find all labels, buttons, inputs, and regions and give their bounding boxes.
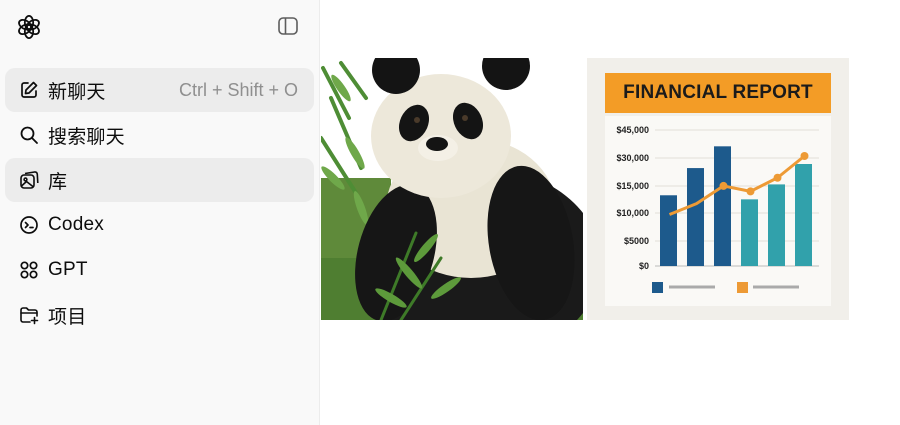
ytick-label: $15,000 xyxy=(616,181,649,191)
sidebar-item-label: 库 xyxy=(48,171,68,193)
folder-plus-icon xyxy=(18,304,40,326)
sidebar-item-label: 新聊天 xyxy=(48,81,106,103)
sidebar-item-search-chats[interactable]: 搜索聊天 xyxy=(5,113,314,157)
codex-icon xyxy=(18,214,40,236)
library-grid: $45,000 $30,000 $15,000 $10,000 $5000 $0 xyxy=(321,0,900,425)
sidebar-toggle-icon[interactable] xyxy=(276,14,300,38)
chart-point xyxy=(800,152,809,160)
sidebar-item-label: 搜索聊天 xyxy=(48,126,125,148)
chart-bar xyxy=(741,199,758,266)
chart-point xyxy=(773,173,782,182)
openai-logo-icon[interactable] xyxy=(15,13,43,41)
sidebar-item-projects[interactable]: 项目 xyxy=(5,293,314,337)
sidebar-item-library[interactable]: 库 xyxy=(5,158,314,202)
sidebar-item-label: 项目 xyxy=(48,306,87,328)
images-icon xyxy=(18,169,40,191)
chart-bar xyxy=(714,146,731,266)
ytick-label: $10,000 xyxy=(616,208,649,218)
library-image-financial-report[interactable]: $45,000 $30,000 $15,000 $10,000 $5000 $0 xyxy=(587,58,849,320)
sidebar: 新聊天 Ctrl + Shift + O 搜索聊天 库 Codex GPT 项目 xyxy=(0,0,320,425)
ytick-label: $45,000 xyxy=(616,125,649,135)
chart-point xyxy=(719,181,728,190)
chart-bar xyxy=(660,195,677,266)
sidebar-item-label: Codex xyxy=(48,214,104,235)
sidebar-item-gpt[interactable]: GPT xyxy=(5,248,314,292)
edit-icon xyxy=(18,79,40,101)
chart-point xyxy=(746,187,755,196)
chart-bar xyxy=(768,184,785,266)
report-title: FINANCIAL REPORT xyxy=(605,73,831,113)
search-icon xyxy=(18,124,40,146)
ytick-label: $30,000 xyxy=(616,153,649,163)
shortcut-hint: Ctrl + Shift + O xyxy=(178,79,298,100)
chart-bar xyxy=(687,168,704,266)
sidebar-item-new-chat[interactable]: 新聊天 Ctrl + Shift + O xyxy=(5,68,314,112)
library-image-panda[interactable] xyxy=(321,58,583,320)
chart-bar xyxy=(795,164,812,266)
ytick-label: $5000 xyxy=(624,236,649,246)
grid-icon xyxy=(18,259,40,281)
ytick-label: $0 xyxy=(639,261,649,271)
sidebar-item-codex[interactable]: Codex xyxy=(5,203,314,247)
sidebar-item-label: GPT xyxy=(48,259,88,280)
